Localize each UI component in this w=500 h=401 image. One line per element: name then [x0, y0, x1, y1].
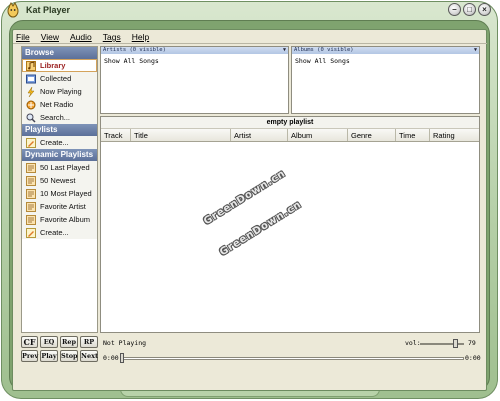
app-icon: [7, 2, 19, 18]
sidebar-item-label: Create...: [40, 138, 69, 147]
sidebar-item-label: Favorite Album: [40, 215, 91, 224]
volume-slider-thumb[interactable]: [452, 339, 458, 348]
sidebar-item-collected[interactable]: Collected: [22, 72, 97, 85]
seek-bar[interactable]: [120, 357, 464, 360]
search-icon: [26, 113, 36, 123]
volume-value: 79: [468, 339, 476, 347]
sidebar-item-favorite-artist[interactable]: Favorite Artist: [22, 200, 97, 213]
window-title: Kat Player: [26, 5, 71, 15]
close-icon: ×: [482, 5, 487, 14]
menu-divider: [13, 43, 487, 44]
sidebar-item-library[interactable]: Library: [22, 59, 97, 72]
playlist-icon: [26, 188, 36, 199]
crossfade-button[interactable]: CF: [21, 336, 38, 348]
lightning-icon: [27, 86, 35, 97]
pencil-icon: [26, 227, 36, 238]
equalizer-button[interactable]: EQ: [40, 336, 58, 348]
artists-pane[interactable]: Artists (0 visible) ▼ Show All Songs: [100, 46, 289, 114]
column-header-genre[interactable]: Genre: [348, 129, 396, 141]
minimize-icon: –: [452, 5, 457, 14]
playlists-header: Playlists: [22, 124, 97, 136]
dynamic-playlists-header: Dynamic Playlists: [22, 149, 97, 161]
random-play-button[interactable]: RP: [80, 336, 98, 348]
dropdown-arrow-icon[interactable]: ▼: [474, 47, 477, 54]
column-header-title[interactable]: Title: [131, 129, 231, 141]
playlist-view[interactable]: empty playlist Track Title Artist Album …: [100, 116, 480, 333]
playlist-title: empty playlist: [101, 117, 479, 129]
elapsed-time: 0:00: [103, 354, 119, 362]
sidebar-item-label: Library: [40, 61, 66, 70]
sidebar: Browse Library Collected Now Playing Net…: [21, 46, 98, 333]
sidebar-item-search[interactable]: Search...: [22, 111, 97, 124]
albums-pane-header[interactable]: Albums (0 visible) ▼: [292, 47, 479, 54]
sidebar-item-now-playing[interactable]: Now Playing: [22, 85, 97, 98]
sidebar-item-net-radio[interactable]: Net Radio: [22, 98, 97, 111]
next-button[interactable]: Next: [80, 350, 98, 362]
pencil-icon: [26, 137, 36, 148]
artists-pane-header[interactable]: Artists (0 visible) ▼: [101, 47, 288, 54]
browse-header: Browse: [22, 47, 97, 59]
column-header-time[interactable]: Time: [396, 129, 430, 141]
volume-label: vol:: [405, 339, 421, 347]
menu-view[interactable]: View: [38, 32, 67, 43]
sidebar-item-create-playlist[interactable]: Create...: [22, 136, 97, 149]
sidebar-item-label: Net Radio: [40, 100, 74, 109]
sidebar-item-label: 10 Most Played: [40, 189, 92, 198]
sidebar-item-10-most-played[interactable]: 10 Most Played: [22, 187, 97, 200]
menu-help[interactable]: Help: [129, 32, 157, 43]
stop-button[interactable]: Stop: [60, 350, 78, 362]
column-header-artist[interactable]: Artist: [231, 129, 288, 141]
collection-icon: [26, 74, 36, 83]
sidebar-item-50-newest[interactable]: 50 Newest: [22, 174, 97, 187]
sidebar-item-label: 50 Newest: [40, 176, 76, 185]
music-note-icon: [26, 60, 36, 71]
sidebar-item-label: Create...: [40, 228, 69, 237]
albums-pane[interactable]: Albums (0 visible) ▼ Show All Songs: [291, 46, 480, 114]
playlist-column-headers: Track Title Artist Album Genre Time Rati…: [101, 129, 479, 142]
sidebar-item-label: Now Playing: [40, 87, 82, 96]
maximize-button[interactable]: □: [463, 3, 476, 16]
column-header-album[interactable]: Album: [288, 129, 348, 141]
close-button[interactable]: ×: [478, 3, 491, 16]
column-header-rating[interactable]: Rating: [430, 129, 479, 141]
playback-status: Not Playing: [103, 339, 147, 347]
total-time: 0:00: [465, 354, 481, 362]
maximize-icon: □: [467, 5, 472, 14]
repeat-button[interactable]: Rep: [60, 336, 78, 348]
sidebar-item-label: Collected: [40, 74, 72, 83]
artists-show-all-row[interactable]: Show All Songs: [101, 54, 288, 65]
dropdown-arrow-icon[interactable]: ▼: [283, 47, 286, 54]
sidebar-item-favorite-album[interactable]: Favorite Album: [22, 213, 97, 226]
sidebar-item-50-last-played[interactable]: 50 Last Played: [22, 161, 97, 174]
seek-thumb[interactable]: [120, 353, 124, 363]
playlist-icon: [26, 162, 36, 173]
menu-file[interactable]: File: [13, 32, 38, 43]
minimize-button[interactable]: –: [448, 3, 461, 16]
sidebar-item-create-dynamic[interactable]: Create...: [22, 226, 97, 239]
menu-tags[interactable]: Tags: [100, 32, 129, 43]
play-button[interactable]: Play: [40, 350, 58, 362]
prev-button[interactable]: Prev: [21, 350, 38, 362]
menu-audio[interactable]: Audio: [67, 32, 100, 43]
albums-show-all-row[interactable]: Show All Songs: [292, 54, 479, 65]
playlist-icon: [26, 201, 36, 212]
sidebar-item-label: Favorite Artist: [40, 202, 86, 211]
menu-bar: File View Audio Tags Help: [13, 32, 157, 43]
radio-icon: [26, 100, 36, 109]
playlist-icon: [26, 175, 36, 186]
column-header-track[interactable]: Track: [101, 129, 131, 141]
playlist-icon: [26, 214, 36, 225]
sidebar-item-label: Search...: [40, 113, 71, 122]
sidebar-item-label: 50 Last Played: [40, 163, 90, 172]
